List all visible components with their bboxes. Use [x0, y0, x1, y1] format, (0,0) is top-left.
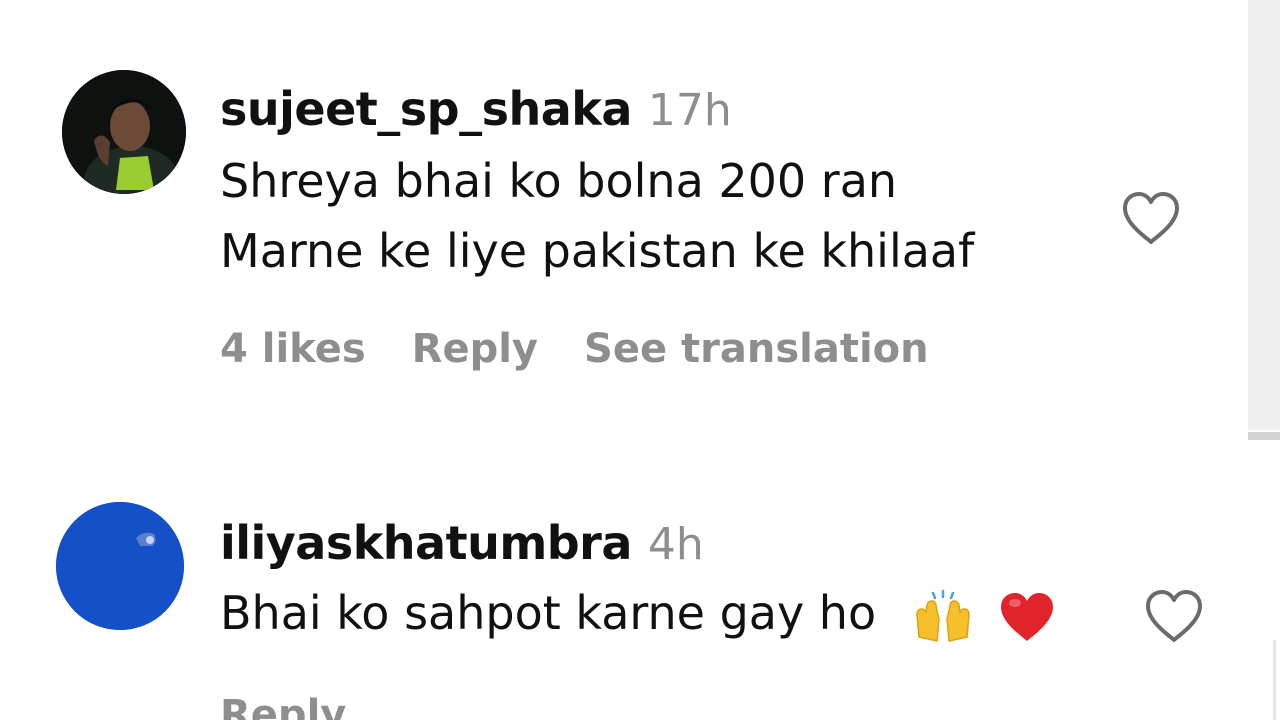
- comment-text: Bhai ko sahpot karne gay ho: [220, 586, 1057, 645]
- username[interactable]: iliyaskhatumbra: [220, 516, 632, 570]
- raising-hands-emoji: [915, 589, 970, 642]
- comment-header: iliyaskhatumbra 4h: [220, 516, 704, 570]
- scrollbar-divider: [1248, 432, 1280, 440]
- username[interactable]: sujeet_sp_shaka: [220, 82, 632, 136]
- heart-outline-icon[interactable]: [1119, 190, 1183, 246]
- reply-button[interactable]: Reply: [220, 692, 346, 720]
- timestamp: 17h: [647, 85, 732, 136]
- avatar-photo: [56, 502, 184, 630]
- comment-header: sujeet_sp_shaka 17h: [220, 82, 732, 136]
- reply-button[interactable]: Reply: [412, 326, 538, 372]
- red-heart-emoji: [1001, 592, 1054, 641]
- comment-item: iliyaskhatumbra 4h Bhai ko sahpot karne g…: [0, 440, 1240, 720]
- comment-item: sujeet_sp_shaka 17h Shreya bhai ko bolna …: [0, 0, 1240, 440]
- likes-count[interactable]: 4 likes: [220, 326, 366, 372]
- heart-outline-icon[interactable]: [1142, 588, 1206, 644]
- scrollbar-thumb[interactable]: [1248, 0, 1280, 430]
- comment-text-body: Bhai ko sahpot karne gay ho: [220, 586, 877, 640]
- avatar-photo: [62, 70, 186, 194]
- comment-text-line-1: Shreya bhai ko bolna 200 ran: [220, 154, 898, 208]
- comment-actions: 4 likes Reply See translation: [220, 326, 975, 372]
- comment-actions: Reply: [220, 692, 392, 720]
- avatar[interactable]: [56, 502, 184, 630]
- timestamp: 4h: [647, 519, 704, 570]
- comment-text-line-2: Marne ke liye pakistan ke khilaaf: [220, 224, 975, 278]
- avatar[interactable]: [62, 70, 186, 194]
- see-translation-button[interactable]: See translation: [584, 326, 929, 372]
- divider: [1273, 640, 1276, 720]
- comments-viewport: sujeet_sp_shaka 17h Shreya bhai ko bolna …: [0, 0, 1280, 720]
